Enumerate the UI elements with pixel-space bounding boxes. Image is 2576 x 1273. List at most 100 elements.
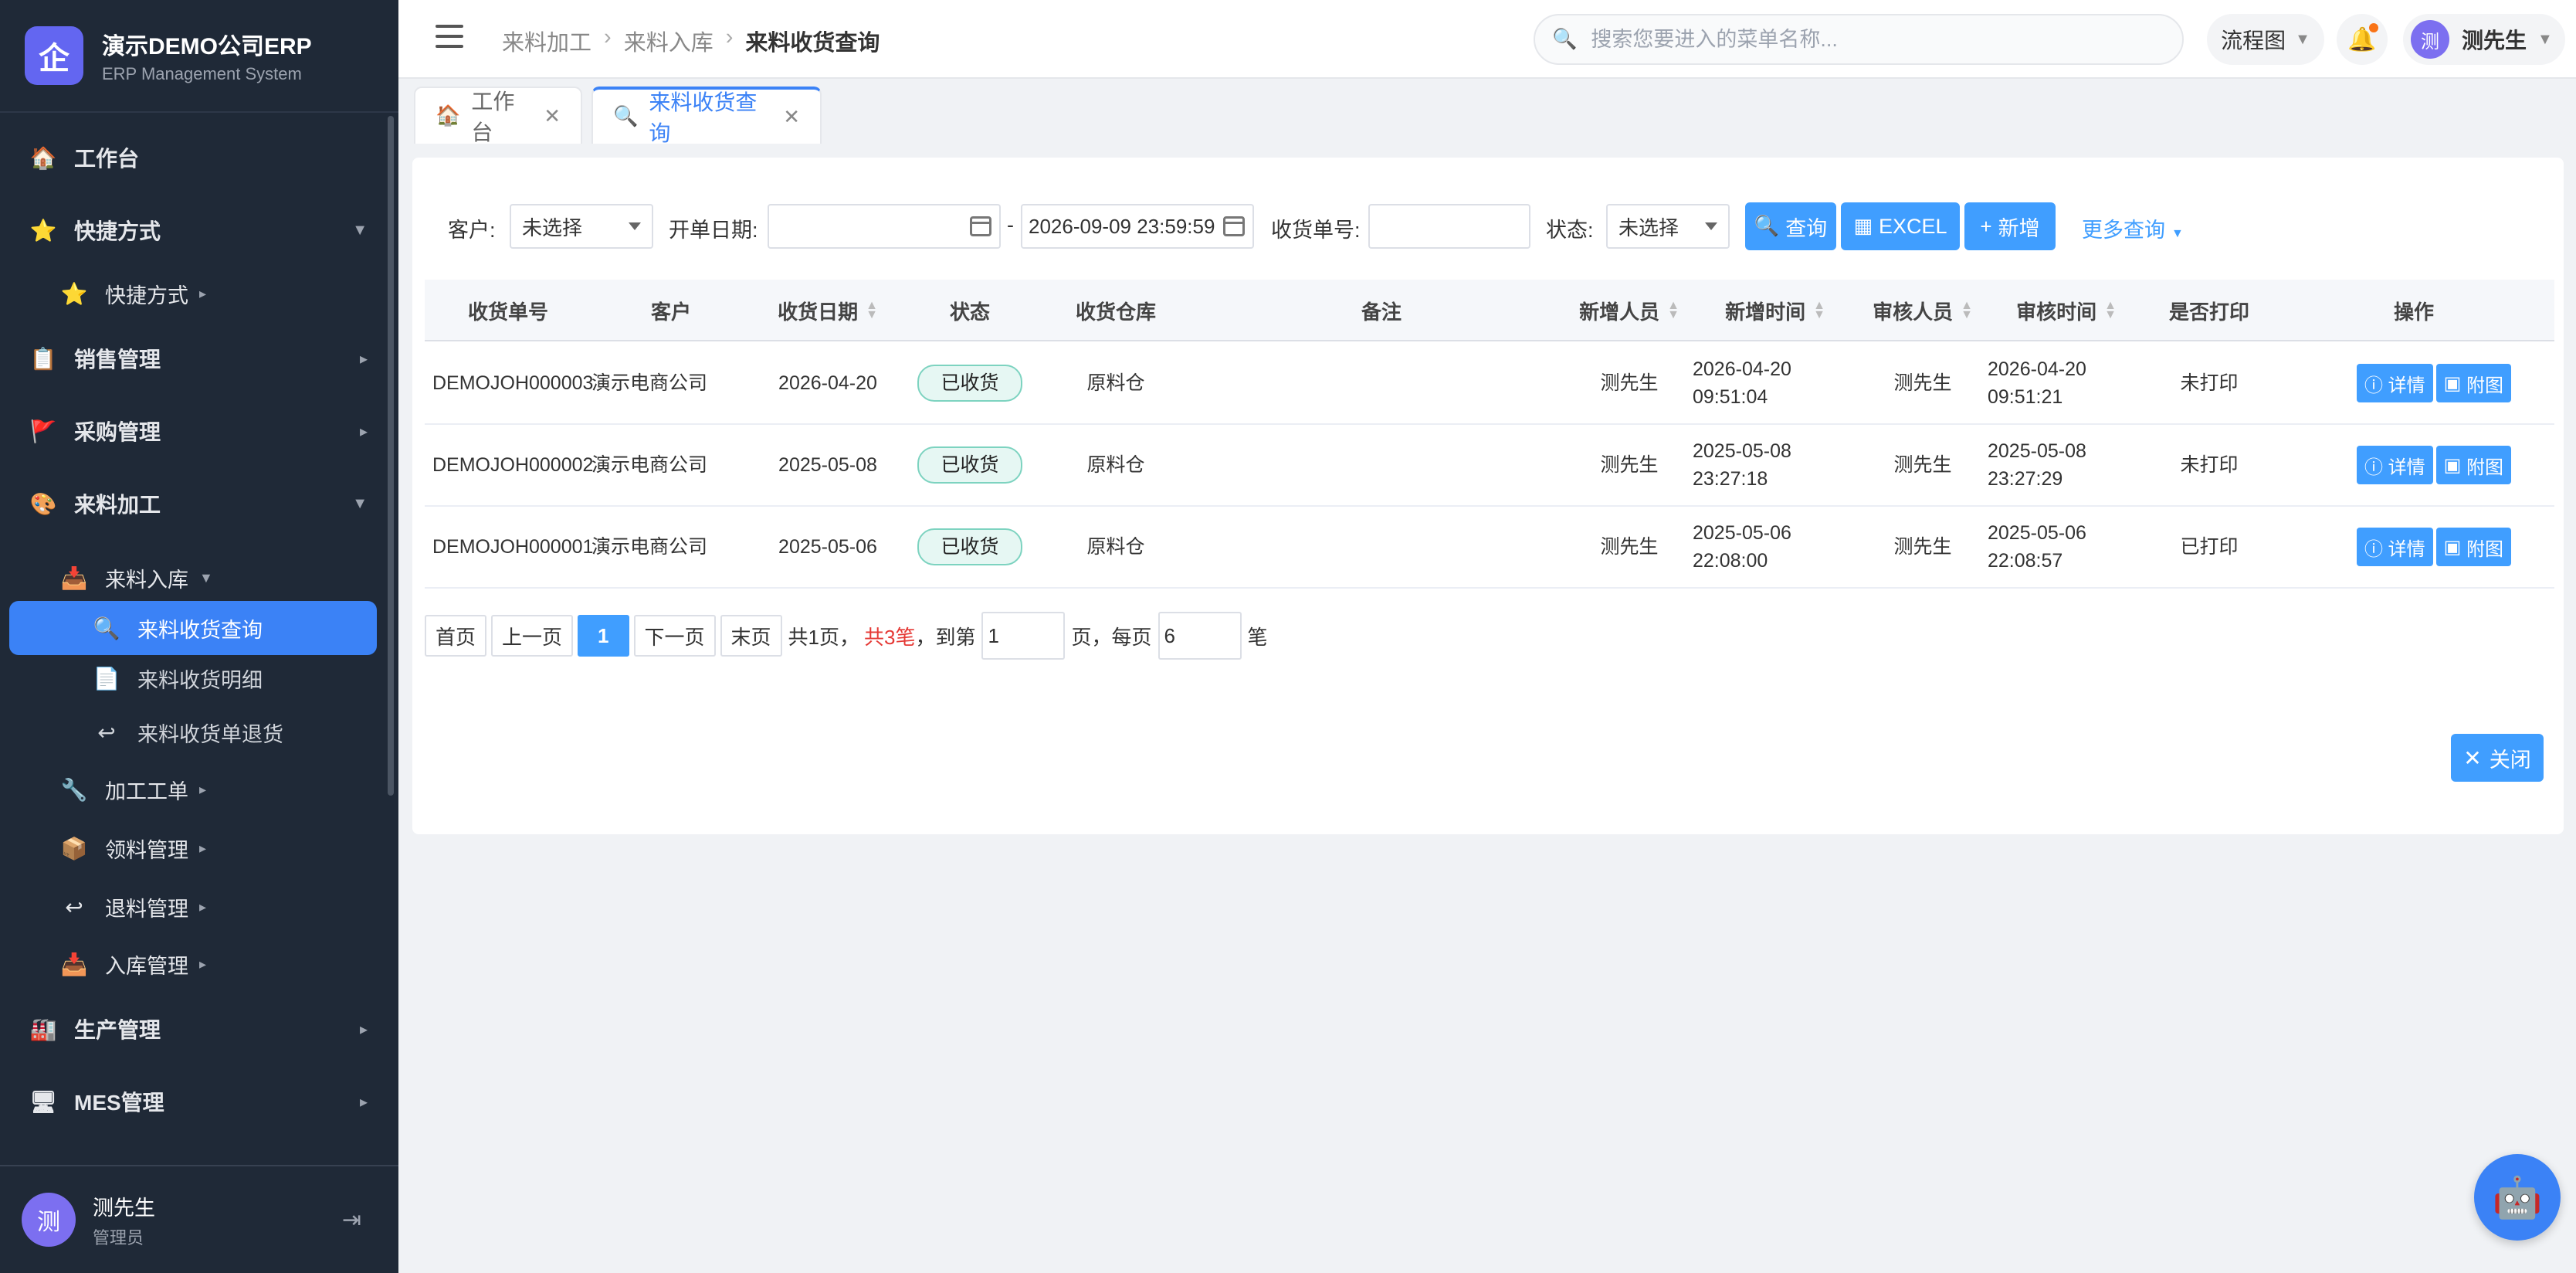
create-date: 2025-05-06 — [1693, 522, 1791, 544]
sidebar-item[interactable]: ↩ 来料收货单退货 — [0, 711, 386, 754]
inbox-icon: 📥 — [60, 951, 88, 977]
customer-select[interactable]: 未选择 — [510, 204, 653, 249]
table-row[interactable]: DEMOJOH000003 演示电商公司 2026-04-20 已收货 原料仓 测先生 20… — [425, 343, 2554, 425]
menu-toggle-icon[interactable] — [436, 25, 463, 48]
detail-button[interactable]: ⓘ 详情 — [2356, 528, 2433, 566]
close-icon[interactable]: ✕ — [544, 104, 561, 128]
print-status: 未打印 — [2180, 454, 2239, 476]
creator: 测先生 — [1600, 454, 1659, 476]
assistant-robot-icon[interactable]: 🤖 — [2474, 1154, 2561, 1241]
detail-button[interactable]: ⓘ 详情 — [2356, 364, 2433, 402]
table-cell: 演示电商公司 — [591, 425, 751, 505]
column-header[interactable]: 审核时间 ▲ ▼ — [1988, 280, 2145, 341]
customer-name: 演示电商公司 — [591, 536, 708, 558]
sidebar-item[interactable]: 🔧 加工工单 ▸ — [0, 768, 386, 811]
sidebar-item[interactable]: 🚩 采购管理 ▸ — [0, 409, 386, 453]
next-page-button[interactable]: 下一页 — [633, 615, 716, 657]
audit-date: 2026-04-20 — [1988, 358, 2086, 380]
sidebar-scrollbar[interactable] — [388, 116, 394, 796]
create-date: 2025-05-08 — [1693, 440, 1791, 462]
add-button[interactable]: + 新增 — [1964, 202, 2056, 250]
tab-workbench[interactable]: 🏠 工作台 ✕ — [414, 87, 582, 144]
close-button-label: 关闭 — [2489, 748, 2531, 772]
sidebar-item[interactable]: 📥 入库管理 ▸ — [0, 942, 386, 986]
current-page-button[interactable]: 1 — [578, 615, 629, 657]
total-records: 共3笔 — [864, 625, 916, 649]
sidebar-item[interactable]: ⭐ 快捷方式 ▸ — [0, 272, 386, 315]
more-query-link[interactable]: 更多查询 ▼ — [2082, 213, 2184, 243]
date-end-input[interactable]: 2026-09-09 23:59:59 — [1021, 204, 1254, 249]
chevron-down-icon: ▼ — [352, 221, 368, 239]
sidebar-item-label: 入库管理 — [105, 954, 188, 978]
table-cell: 已收货 — [905, 343, 1035, 423]
logout-icon[interactable]: ⇥ — [342, 1207, 361, 1234]
table-row[interactable]: DEMOJOH000002 演示电商公司 2025-05-08 已收货 原料仓 测先生 20… — [425, 425, 2554, 507]
filter-bar: 客户: 未选择 开单日期: - 2026-09-09 23:59:59 收货单号… — [412, 201, 2564, 250]
sidebar-item[interactable]: ↩ 退料管理 ▸ — [0, 885, 386, 928]
sidebar-item[interactable]: 📄 来料收货明细 — [0, 657, 386, 700]
detail-button[interactable]: ⓘ 详情 — [2356, 446, 2433, 484]
goto-prefix: ，到第 — [915, 625, 976, 649]
sort-icon[interactable]: ▲ ▼ — [1813, 300, 1825, 321]
sort-icon[interactable]: ▲ ▼ — [866, 300, 878, 321]
date-start-input[interactable] — [768, 204, 1001, 249]
menu-search-input[interactable] — [1591, 27, 2163, 52]
palette-icon: 🎨 — [29, 491, 57, 517]
user-menu[interactable]: 测 测先生 ▼ — [2403, 14, 2565, 65]
prev-page-button[interactable]: 上一页 — [491, 615, 574, 657]
sidebar-item[interactable]: 📥 来料入库 ▼ — [0, 556, 386, 599]
column-header-label: 收货仓库 — [1075, 300, 1156, 324]
column-header-label: 新增人员 — [1579, 300, 1660, 324]
column-header[interactable]: 新增时间 ▲ ▼ — [1693, 280, 1858, 341]
warehouse: 原料仓 — [1086, 372, 1145, 394]
table-cell: 已收货 — [905, 507, 1035, 587]
sidebar-item-label: 快捷方式 — [74, 219, 161, 243]
sort-icon[interactable]: ▲ ▼ — [1667, 300, 1679, 321]
sidebar-item[interactable]: ⭐ 快捷方式 ▼ — [0, 209, 386, 252]
column-header[interactable]: 收货日期 ▲ ▼ — [751, 280, 905, 341]
attachment-button[interactable]: ▣ 附图 — [2435, 528, 2512, 566]
order-no-input[interactable] — [1368, 204, 1530, 249]
sort-icon[interactable]: ▲ ▼ — [1961, 300, 1973, 321]
table-cell: 2025-05-06 — [751, 507, 905, 587]
query-button[interactable]: 🔍 查询 — [1745, 202, 1836, 250]
table-cell: 原料仓 — [1035, 343, 1197, 423]
column-header[interactable]: 新增人员 ▲ ▼ — [1566, 280, 1693, 341]
avatar[interactable]: 测 — [22, 1193, 76, 1247]
table-cell: DEMOJOH000001 — [425, 507, 593, 587]
sidebar-item[interactable]: 🖥 MES管理 ▸ — [0, 1080, 386, 1123]
last-page-button[interactable]: 末页 — [720, 615, 782, 657]
table-cell: 2025-05-08 23:27:18 — [1693, 425, 1858, 505]
sidebar-item[interactable]: 🔍 来料收货查询 — [9, 601, 377, 655]
excel-button[interactable]: ▦ EXCEL — [1841, 202, 1960, 250]
column-header[interactable]: 审核人员 ▲ ▼ — [1858, 280, 1988, 341]
sidebar-item[interactable]: 🎨 来料加工 ▼ — [0, 482, 386, 525]
tab-receipt-query[interactable]: 🔍 来料收货查询 ✕ — [591, 87, 822, 145]
breadcrumb-item[interactable]: 来料加工 — [502, 25, 591, 57]
column-header: 是否打印 — [2145, 280, 2273, 341]
notification-bell-icon[interactable]: 🔔 — [2337, 14, 2388, 65]
sidebar-item[interactable]: 🏠 工作台 — [0, 136, 386, 179]
close-button[interactable]: ✕ 关闭 — [2451, 734, 2544, 782]
table-header: 收货单号 客户 收货日期 ▲ ▼ 状态 收货仓库 备注 新增人员 ▲ ▼ 新增时间 ▲ ▼ 审核人员 ▲ ▼ 审核… — [425, 280, 2554, 341]
breadcrumb-item[interactable]: 来料入库 — [624, 25, 713, 57]
per-page-unit: 笔 — [1247, 625, 1268, 649]
sidebar-item[interactable]: 📦 领料管理 ▸ — [0, 827, 386, 870]
close-icon[interactable]: ✕ — [783, 105, 800, 129]
more-query-label: 更多查询 — [2082, 219, 2165, 242]
sidebar-item[interactable]: 🏭 生产管理 ▸ — [0, 1007, 386, 1051]
column-header-label: 是否打印 — [2168, 300, 2249, 324]
attachment-button[interactable]: ▣ 附图 — [2435, 446, 2512, 484]
goto-page-input[interactable]: 1 — [981, 612, 1066, 660]
first-page-button[interactable]: 首页 — [425, 615, 487, 657]
per-page-input[interactable]: 6 — [1158, 612, 1242, 660]
status-select[interactable]: 未选择 — [1606, 204, 1730, 249]
attachment-button[interactable]: ▣ 附图 — [2435, 364, 2512, 402]
image-icon: ▣ — [2443, 536, 2462, 558]
table-cell: 测先生 — [1858, 425, 1988, 505]
flow-chart-button[interactable]: 流程图 ▼ — [2207, 14, 2324, 65]
column-header-label: 操作 — [2393, 300, 2434, 324]
sidebar-item[interactable]: 📋 销售管理 ▸ — [0, 337, 386, 380]
table-row[interactable]: DEMOJOH000001 演示电商公司 2025-05-06 已收货 原料仓 测先生 20… — [425, 507, 2554, 589]
sort-icon[interactable]: ▲ ▼ — [2104, 300, 2117, 321]
